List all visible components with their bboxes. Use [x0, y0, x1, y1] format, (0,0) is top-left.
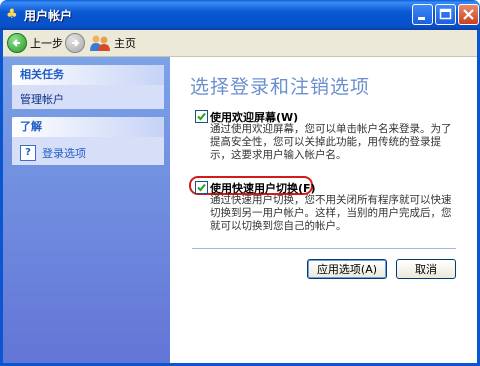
- back-label: 上一步: [30, 37, 63, 50]
- maximize-button[interactable]: [435, 4, 456, 25]
- related-tasks-box: 相关任务 管理帐户: [12, 65, 164, 109]
- learn-about-header: 了解: [12, 117, 164, 137]
- help-icon: ?: [20, 145, 36, 161]
- cancel-button[interactable]: 取消: [396, 259, 456, 279]
- home-label: 主页: [114, 37, 136, 50]
- related-tasks-header: 相关任务: [12, 65, 164, 85]
- fast-user-switching-description: 通过快速用户切换，您不用关闭所有程序就可以快速切换到另一用户帐户。这样，当别的用…: [210, 194, 452, 232]
- page-heading: 选择登录和注销选项: [190, 76, 371, 98]
- title-bar: ♣ 用户帐户: [0, 0, 480, 30]
- home-button[interactable]: 主页: [89, 33, 136, 53]
- task-pane: 相关任务 管理帐户 了解 ? 登录选项: [3, 57, 170, 363]
- fast-user-switching-checkbox[interactable]: [195, 181, 208, 194]
- forward-arrow-icon: [65, 33, 85, 53]
- welcome-screen-checkbox[interactable]: [195, 110, 208, 123]
- minimize-button[interactable]: [412, 4, 433, 25]
- toolbar: 上一步 主页: [3, 30, 477, 57]
- learn-about-box: 了解 ? 登录选项: [12, 117, 164, 165]
- logon-options-label: 登录选项: [42, 147, 86, 160]
- welcome-screen-description: 通过使用欢迎屏幕，您可以单击帐户名来登录。为了提高安全性，您可以关掉此功能，用传…: [210, 123, 452, 161]
- users-icon: [90, 35, 110, 51]
- close-button[interactable]: [458, 4, 479, 25]
- divider: [192, 248, 456, 249]
- window-title: 用户帐户: [24, 9, 73, 23]
- forward-button[interactable]: [65, 33, 85, 53]
- apply-options-button[interactable]: 应用选项(A): [307, 259, 387, 279]
- user-accounts-icon: ♣: [6, 7, 18, 22]
- back-arrow-icon: [7, 33, 27, 53]
- manage-accounts-link[interactable]: 管理帐户: [20, 91, 64, 107]
- back-button[interactable]: 上一步: [7, 33, 63, 53]
- logon-options-help-link[interactable]: ? 登录选项: [20, 145, 86, 161]
